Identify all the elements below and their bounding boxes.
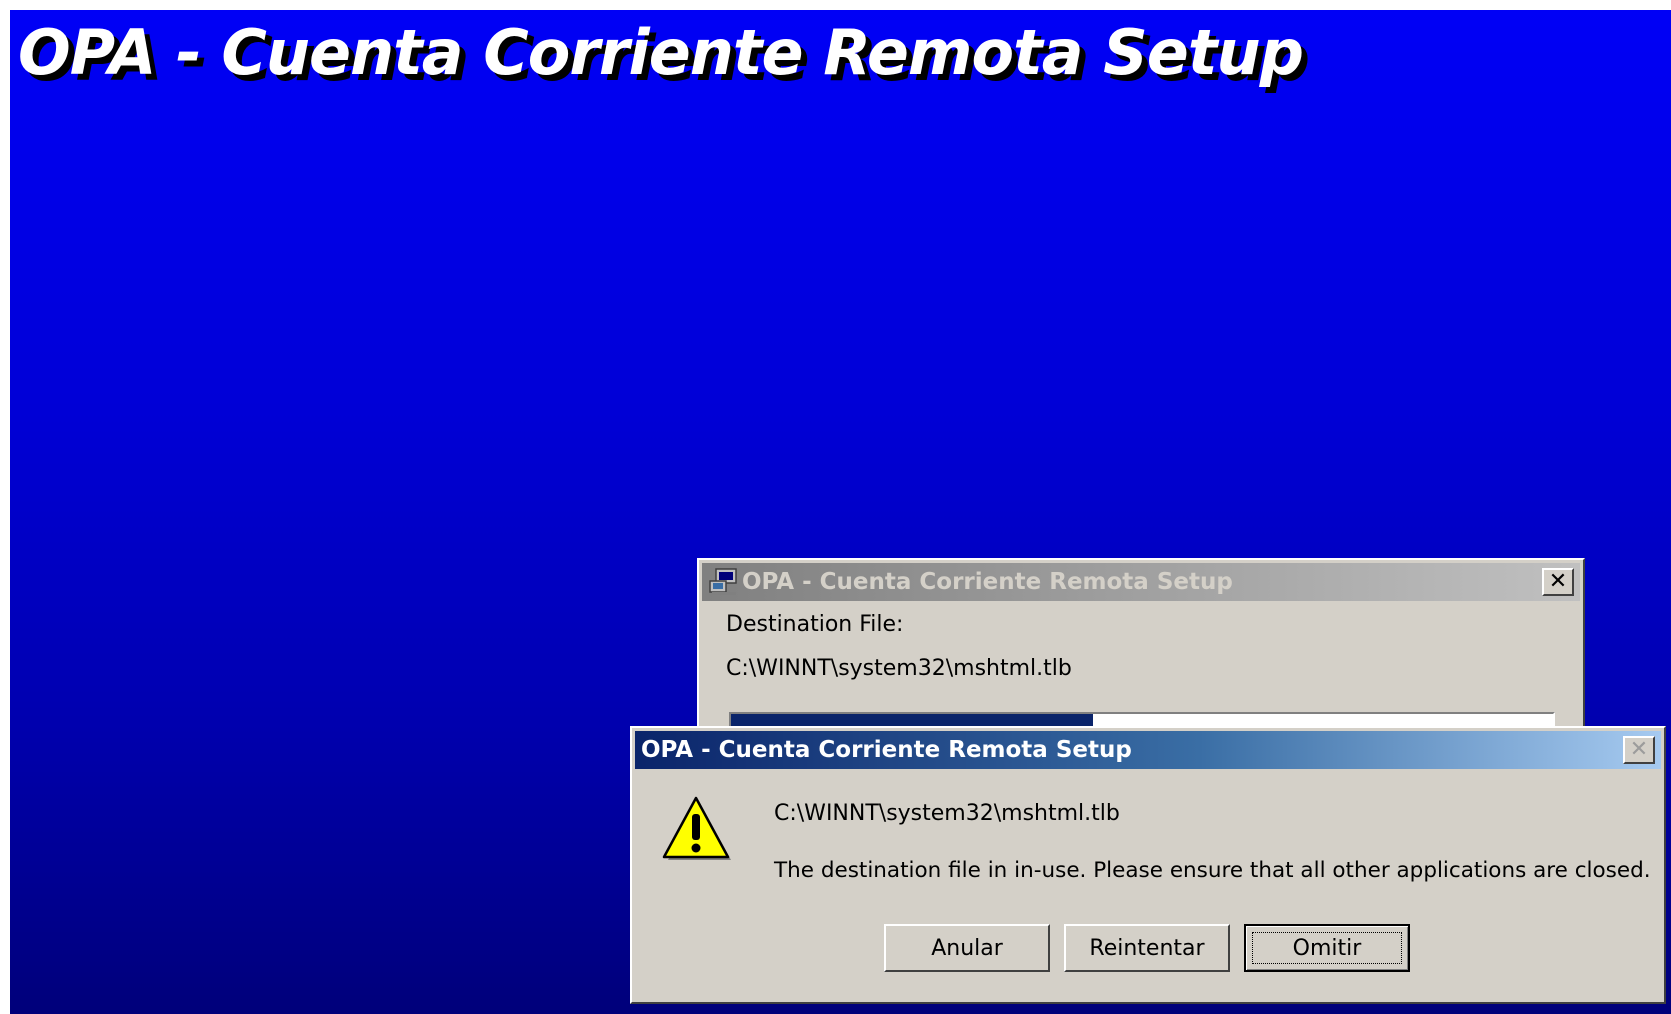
setup-title: OPA - Cuenta Corriente Remota Setup — [18, 16, 1304, 89]
file-in-use-dialog: OPA - Cuenta Corriente Remota Setup ✕ C:… — [630, 726, 1666, 1004]
progress-dialog-titlebar[interactable]: OPA - Cuenta Corriente Remota Setup ✕ — [702, 563, 1580, 601]
reintentar-button[interactable]: Reintentar — [1064, 924, 1230, 972]
setup-computer-icon — [709, 568, 737, 595]
close-icon: ✕ — [1548, 569, 1568, 594]
omitir-button[interactable]: Omitir — [1244, 924, 1410, 972]
warning-icon — [662, 796, 731, 860]
in-use-message: The destination file in in-use. Please e… — [774, 858, 1651, 883]
destination-file-path: C:\WINNT\system32\mshtml.tlb — [726, 656, 1072, 681]
progress-dialog-close-button[interactable]: ✕ — [1542, 568, 1574, 596]
progress-dialog-title: OPA - Cuenta Corriente Remota Setup — [742, 569, 1233, 595]
destination-file-label: Destination File: — [726, 612, 904, 637]
file-in-use-dialog-title: OPA - Cuenta Corriente Remota Setup — [641, 737, 1132, 763]
file-in-use-dialog-titlebar[interactable]: OPA - Cuenta Corriente Remota Setup ✕ — [635, 731, 1661, 769]
in-use-file-path: C:\WINNT\system32\mshtml.tlb — [774, 801, 1120, 826]
anular-button[interactable]: Anular — [884, 924, 1050, 972]
focus-rectangle — [1252, 932, 1402, 964]
close-icon: ✕ — [1629, 737, 1649, 762]
file-in-use-dialog-close-button[interactable]: ✕ — [1623, 736, 1655, 764]
